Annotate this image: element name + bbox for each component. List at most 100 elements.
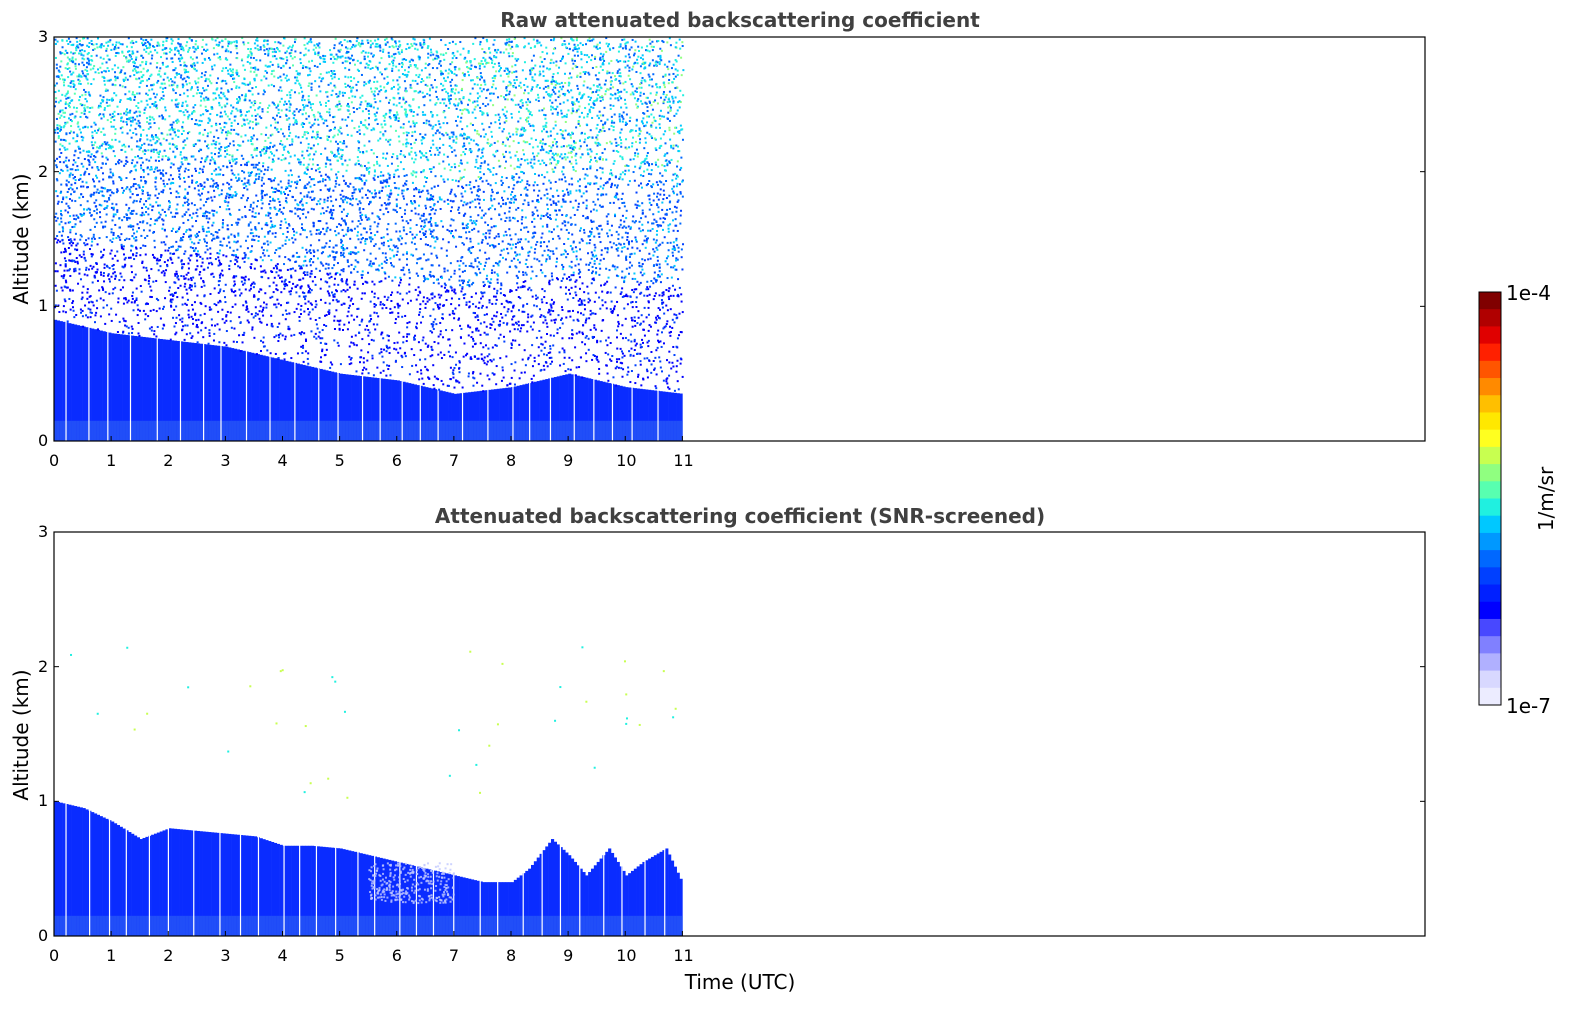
top-noise-speck <box>552 90 555 93</box>
top-noise-speck <box>131 159 134 162</box>
top-noise-speck <box>552 310 555 313</box>
top-noise-speck <box>200 120 203 123</box>
top-noise-speck <box>615 358 618 361</box>
top-noise-speck <box>532 129 535 132</box>
top-noise-speck <box>572 166 575 169</box>
top-noise-speck <box>609 80 612 83</box>
top-noise-speck <box>578 331 581 334</box>
top-noise-speck <box>247 41 250 44</box>
top-noise-speck <box>388 45 391 48</box>
top-noise-speck <box>104 225 107 228</box>
top-surface-band <box>213 420 218 441</box>
top-surface-band <box>373 420 378 441</box>
top-noise-speck <box>601 304 604 307</box>
top-noise-speck <box>617 198 620 201</box>
top-noise-speck <box>402 126 405 129</box>
top-noise-speck <box>546 52 549 55</box>
top-noise-speck <box>517 120 520 123</box>
top-noise-speck <box>143 152 146 155</box>
top-noise-speck <box>533 162 536 165</box>
top-noise-speck <box>630 46 633 49</box>
top-noise-speck <box>572 206 575 209</box>
top-noise-speck <box>489 244 492 247</box>
top-noise-speck <box>212 139 215 142</box>
top-noise-speck <box>441 313 444 316</box>
top-noise-speck <box>529 46 532 49</box>
top-noise-speck <box>499 74 502 77</box>
top-noise-speck <box>473 108 476 111</box>
top-surface-band <box>533 420 538 441</box>
top-noise-speck <box>361 196 364 199</box>
top-noise-speck <box>123 164 126 167</box>
top-noise-speck <box>661 201 664 204</box>
top-noise-speck <box>588 317 591 320</box>
top-noise-speck <box>475 158 478 161</box>
top-noise-speck <box>150 156 153 159</box>
top-noise-speck <box>518 377 521 380</box>
top-noise-speck <box>141 61 144 64</box>
top-noise-speck <box>680 293 683 296</box>
top-noise-speck <box>348 57 351 60</box>
top-noise-speck <box>391 67 394 70</box>
top-surface-band <box>162 420 166 441</box>
top-noise-speck <box>590 59 593 62</box>
top-noise-speck <box>56 270 59 273</box>
top-noise-speck <box>667 386 670 389</box>
top-noise-speck <box>280 109 283 112</box>
top-noise-speck <box>643 357 646 360</box>
top-surface-band <box>385 420 389 441</box>
top-noise-speck <box>617 320 620 323</box>
top-noise-speck <box>317 200 320 203</box>
top-noise-speck <box>376 43 379 46</box>
top-noise-speck <box>507 242 510 245</box>
top-noise-speck <box>357 188 360 191</box>
top-noise-speck <box>492 166 495 169</box>
top-noise-speck <box>431 114 434 117</box>
top-noise-speck <box>175 196 178 199</box>
top-noise-speck <box>380 88 383 91</box>
top-noise-speck <box>290 274 293 277</box>
top-noise-speck <box>356 130 359 133</box>
top-noise-speck <box>93 274 96 277</box>
top-noise-speck <box>79 204 82 207</box>
top-noise-speck <box>471 228 474 231</box>
top-noise-speck <box>135 58 138 61</box>
top-noise-speck <box>585 352 588 355</box>
top-noise-speck <box>479 342 482 345</box>
top-noise-speck <box>568 310 571 313</box>
top-noise-speck <box>253 336 256 339</box>
top-noise-speck <box>636 247 639 250</box>
top-noise-speck <box>300 123 303 126</box>
top-noise-speck <box>420 369 423 372</box>
top-noise-speck <box>335 225 338 228</box>
top-noise-speck <box>165 235 168 238</box>
top-noise-speck <box>121 186 124 189</box>
top-noise-speck <box>137 308 140 311</box>
top-noise-speck <box>310 178 313 181</box>
top-noise-speck <box>205 230 208 233</box>
top-noise-speck <box>391 156 394 159</box>
top-noise-speck <box>494 121 497 124</box>
top-noise-speck <box>631 68 634 71</box>
top-noise-speck <box>84 115 87 118</box>
top-noise-speck <box>621 178 624 181</box>
top-noise-speck <box>275 271 278 274</box>
top-noise-speck <box>539 163 542 166</box>
top-noise-speck <box>569 146 572 149</box>
top-noise-speck <box>75 218 78 221</box>
top-noise-speck <box>185 44 188 47</box>
top-noise-speck <box>462 355 465 358</box>
top-noise-speck <box>605 142 608 145</box>
top-noise-speck <box>451 329 454 332</box>
top-noise-speck <box>199 124 202 127</box>
top-surface-band <box>333 420 338 441</box>
top-noise-speck <box>281 154 284 157</box>
top-surface-band <box>348 420 352 441</box>
top-noise-speck <box>95 299 98 302</box>
top-noise-speck <box>393 347 396 350</box>
top-noise-speck <box>301 113 304 116</box>
top-noise-speck <box>482 390 485 393</box>
top-surface-band <box>479 420 483 441</box>
top-noise-speck <box>424 358 427 361</box>
top-noise-speck <box>546 325 549 328</box>
